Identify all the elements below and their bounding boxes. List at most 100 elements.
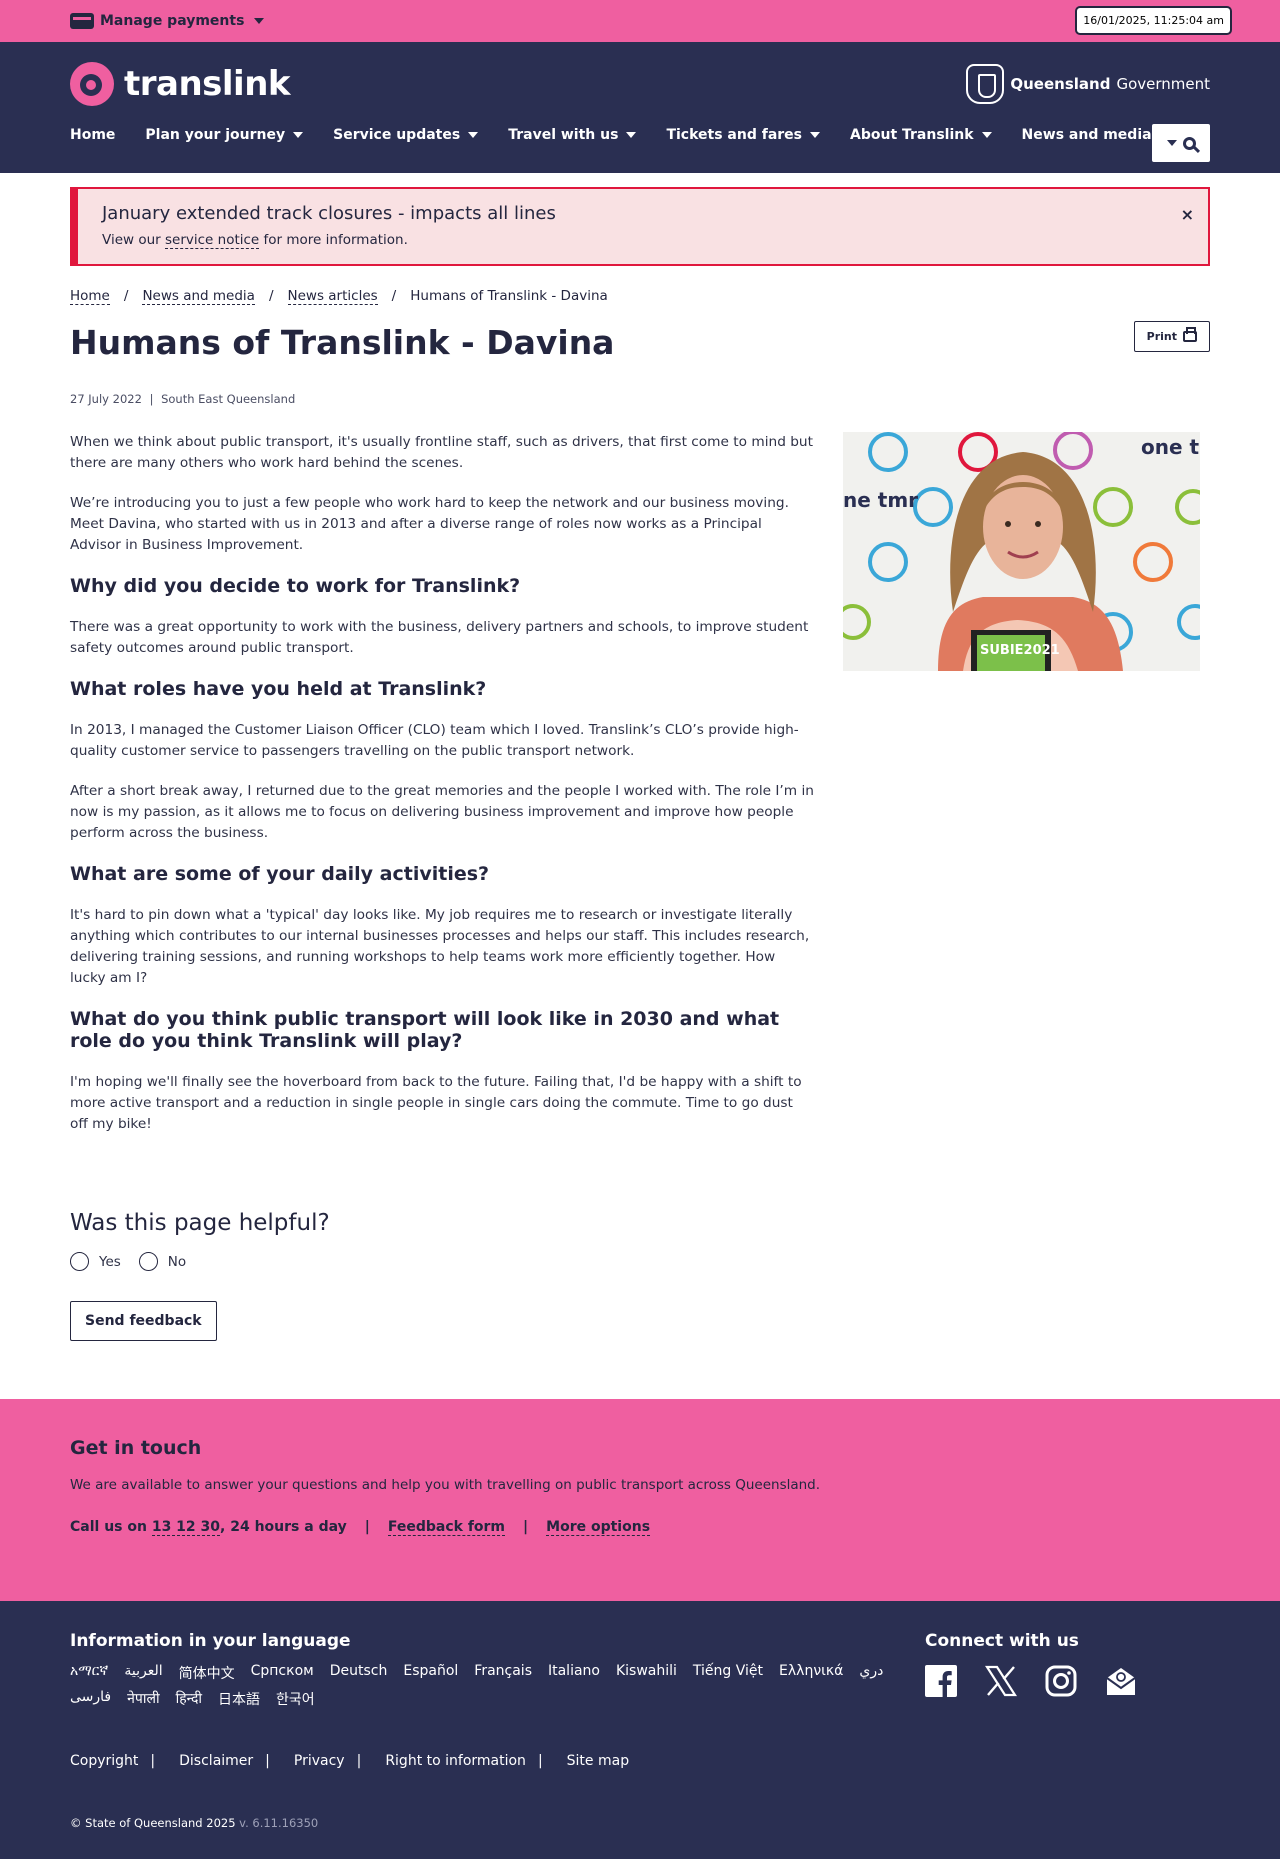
x-icon[interactable]	[985, 1665, 1017, 1697]
article-paragraph: After a short break away, I returned due…	[70, 783, 814, 841]
language-link[interactable]: العربية	[124, 1663, 162, 1683]
footer-link-separator: |	[265, 1753, 270, 1769]
language-link[interactable]: 简体中文	[179, 1663, 235, 1683]
nav-home[interactable]: Home	[70, 122, 130, 148]
language-link[interactable]: Español	[403, 1663, 458, 1683]
social-section: Connect with us	[925, 1631, 1137, 1697]
alert-text-post: for more information.	[259, 232, 408, 248]
language-link[interactable]: Kiswahili	[616, 1663, 677, 1683]
privacy-link[interactable]: Privacy	[294, 1753, 345, 1769]
link-separator: |	[364, 1519, 370, 1535]
chevron-down-icon	[293, 132, 304, 138]
no-label: No	[167, 1253, 187, 1270]
yes-radio[interactable]	[70, 1252, 89, 1271]
breadcrumb-news-articles[interactable]: News articles	[287, 288, 378, 305]
datetime-overlay: 16/01/2025, 11:25:04 am	[1075, 6, 1232, 35]
translink-logo[interactable]: translink	[70, 62, 291, 106]
award-text: SUBIE2021	[980, 643, 1060, 658]
footer-link-separator: |	[150, 1753, 156, 1769]
search-icon	[1182, 136, 1196, 150]
translink-logo-icon	[70, 62, 114, 106]
nav-plan-label: Plan your journey	[145, 127, 286, 143]
no-radio[interactable]	[138, 1252, 158, 1271]
service-notice-link[interactable]: service notice	[165, 232, 260, 249]
copyright-text: © State of Queensland 2025	[70, 1816, 236, 1830]
service-alert: January extended track closures - impact…	[70, 187, 1210, 266]
nav-tickets-and-fares[interactable]: Tickets and fares	[651, 122, 835, 148]
language-link[interactable]: Deutsch	[330, 1663, 388, 1683]
nav-tickets-label: Tickets and fares	[666, 127, 802, 143]
language-link[interactable]: Français	[474, 1663, 532, 1683]
call-us-text: Call us on 13 12 30, 24 hours a day	[70, 1519, 347, 1536]
site-footer: Information in your language አማርኛ العربي…	[0, 1601, 1280, 1859]
nav-about-translink[interactable]: About Translink	[835, 122, 1007, 148]
article-paragraph: There was a great opportunity to work wi…	[70, 619, 809, 656]
chevron-down-icon	[468, 132, 479, 138]
call-pre: Call us on	[70, 1519, 152, 1535]
article-paragraph: In 2013, I managed the Customer Liaison …	[70, 722, 799, 759]
instagram-icon[interactable]	[1045, 1665, 1077, 1697]
alert-text-pre: View our	[102, 232, 165, 248]
article-paragraph: When we think about public transport, it…	[70, 434, 813, 471]
language-section: Information in your language አማርኛ العربي…	[70, 1631, 890, 1709]
manage-payments-label: Manage payments	[100, 13, 245, 29]
contact-text: We are available to answer your question…	[70, 1477, 821, 1493]
language-link[interactable]: دري	[859, 1663, 883, 1683]
email-icon[interactable]	[1105, 1665, 1137, 1697]
language-link[interactable]: Tiếng Việt	[693, 1663, 763, 1683]
facebook-icon[interactable]	[925, 1665, 957, 1697]
chevron-down-icon	[626, 132, 637, 138]
language-link[interactable]: 한국어	[276, 1689, 315, 1709]
main-nav: Home Plan your journey Service updates T…	[70, 122, 1185, 148]
site-header: translink Queensland Government Home Pla…	[0, 42, 1280, 173]
article-paragraph: I'm hoping we'll finally see the hoverbo…	[70, 1074, 802, 1132]
nav-travel-with-us[interactable]: Travel with us	[493, 122, 651, 148]
alert-title: January extended track closures - impact…	[102, 203, 556, 224]
language-link[interactable]: Српском	[251, 1663, 314, 1683]
logo-text: translink	[124, 64, 291, 104]
site-map-link[interactable]: Site map	[567, 1753, 629, 1769]
language-link[interactable]: नेपाली	[127, 1689, 159, 1709]
search-toggle-button[interactable]	[1152, 124, 1210, 162]
feedback-form-link[interactable]: Feedback form	[387, 1519, 506, 1536]
language-link[interactable]: 日本語	[218, 1689, 260, 1709]
printer-icon	[1183, 327, 1197, 342]
language-link[interactable]: हिन्दी	[176, 1689, 202, 1709]
article-paragraph: We’re introducing you to just a few peop…	[70, 495, 789, 553]
language-link[interactable]: Italiano	[548, 1663, 600, 1683]
article-content: When we think about public transport, it…	[70, 432, 1210, 1154]
chevron-down-icon	[254, 18, 265, 24]
more-options-link[interactable]: More options	[546, 1519, 651, 1536]
nav-plan-your-journey[interactable]: Plan your journey	[130, 122, 318, 148]
article-heading: Why did you decide to work for Translink…	[70, 575, 521, 597]
article-paragraph: It's hard to pin down what a 'typical' d…	[70, 907, 810, 986]
page-feedback: Was this page helpful? Yes No Send feedb…	[70, 1210, 1210, 1341]
social-icons	[925, 1665, 1137, 1697]
nav-service-updates[interactable]: Service updates	[318, 122, 493, 148]
breadcrumb-home[interactable]: Home	[70, 288, 110, 305]
article-heading: What roles have you held at Translink?	[70, 678, 487, 700]
copyright-link[interactable]: Copyright	[70, 1753, 138, 1769]
right-to-information-link[interactable]: Right to information	[385, 1753, 526, 1769]
call-post: , 24 hours a day	[220, 1519, 347, 1535]
feedback-title: Was this page helpful?	[70, 1210, 330, 1236]
language-link[interactable]: Ελληνικά	[779, 1663, 843, 1683]
language-link[interactable]: አማርኛ	[70, 1663, 108, 1683]
language-list: አማርኛ العربية 简体中文 Српском Deutsch Españo…	[70, 1663, 890, 1709]
contact-title: Get in touch	[70, 1437, 202, 1459]
nav-travel-label: Travel with us	[508, 127, 619, 143]
nav-service-label: Service updates	[333, 127, 461, 143]
footer-links: Copyright | Disclaimer | Privacy | Right…	[70, 1753, 629, 1769]
disclaimer-link[interactable]: Disclaimer	[179, 1753, 253, 1769]
backdrop-text: one tmr	[1141, 435, 1200, 459]
language-link[interactable]: فارسی	[70, 1689, 111, 1709]
utility-bar: Manage payments 16/01/2025, 11:25:04 am	[0, 0, 1280, 42]
breadcrumb-news-and-media[interactable]: News and media	[142, 288, 255, 305]
close-icon[interactable]: ×	[1181, 205, 1194, 224]
phone-link[interactable]: 13 12 30	[151, 1519, 221, 1536]
manage-payments-menu[interactable]: Manage payments	[70, 13, 265, 29]
queensland-government-logo[interactable]: Queensland Government	[966, 64, 1210, 104]
print-button[interactable]: Print	[1133, 321, 1210, 352]
breadcrumb-separator: /	[268, 288, 274, 304]
send-feedback-button[interactable]: Send feedback	[70, 1301, 217, 1341]
